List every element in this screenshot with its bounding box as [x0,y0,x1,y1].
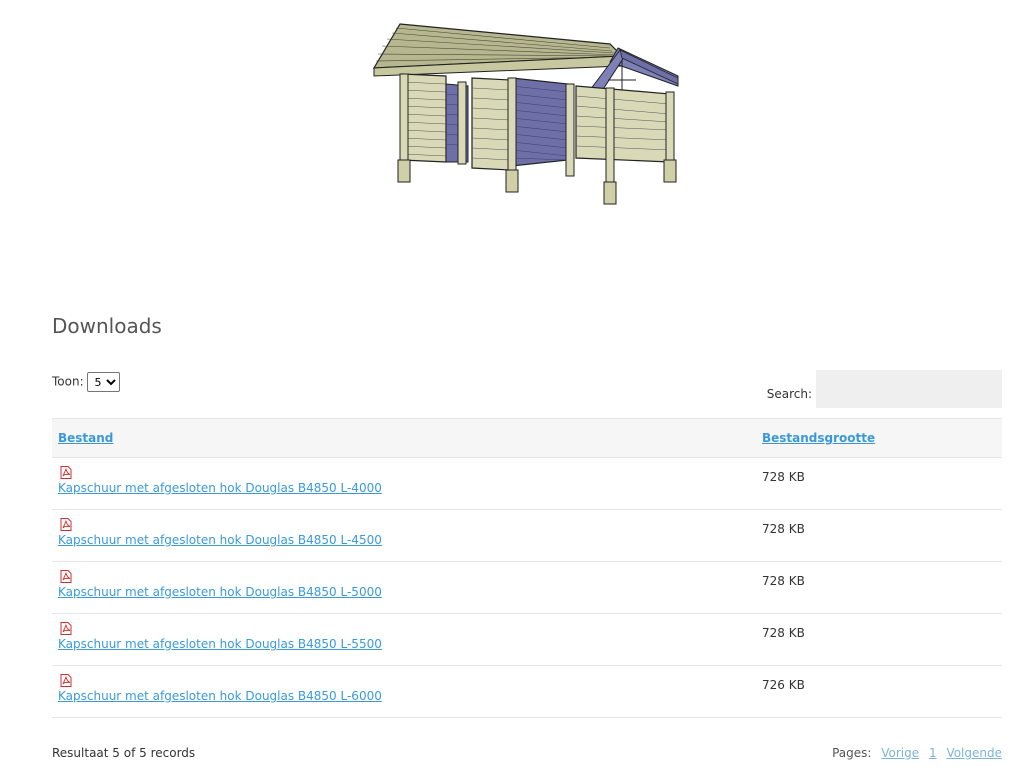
file-size: 728 KB [756,561,1002,614]
downloads-heading: Downloads [52,314,162,338]
file-size: 728 KB [756,613,1002,666]
table-row: Kapschuur met afgesloten hok Douglas B48… [52,665,1002,718]
pagination-next-link[interactable]: Volgende [946,746,1002,760]
table-row: Kapschuur met afgesloten hok Douglas B48… [52,561,1002,614]
file-size: 726 KB [756,665,1002,718]
pdf-icon [60,622,72,635]
file-size: 728 KB [756,457,1002,510]
file-cell: Kapschuur met afgesloten hok Douglas B48… [52,457,756,510]
file-download-link[interactable]: Kapschuur met afgesloten hok Douglas B48… [58,481,382,495]
file-cell: Kapschuur met afgesloten hok Douglas B48… [52,561,756,614]
file-cell: Kapschuur met afgesloten hok Douglas B48… [52,665,756,718]
pagination-prev-link[interactable]: Vorige [881,746,919,760]
column-header-file[interactable]: Bestand [52,418,756,458]
page-length-label: Toon: [52,374,84,389]
table-row: Kapschuur met afgesloten hok Douglas B48… [52,509,1002,562]
pdf-icon [60,466,72,479]
search-label: Search: [766,387,812,401]
sort-by-size-link[interactable]: Bestandsgrootte [762,431,875,445]
search-control: Search: [767,370,1002,408]
page-length-control: Toon: 5 [52,372,121,392]
pagination: Pages: Vorige 1 Volgende [832,746,1002,760]
file-cell: Kapschuur met afgesloten hok Douglas B48… [52,509,756,562]
pdf-icon [60,518,72,531]
result-info: Resultaat 5 of 5 records [52,746,196,760]
pagination-label: Pages: [832,746,872,760]
file-cell: Kapschuur met afgesloten hok Douglas B48… [52,613,756,666]
file-download-link[interactable]: Kapschuur met afgesloten hok Douglas B48… [58,637,382,651]
table-header-row: Bestand Bestandsgrootte [52,418,1002,458]
pdf-icon [60,674,72,687]
page-length-select[interactable]: 5 [87,372,121,392]
downloads-table: Bestand Bestandsgrootte Kapschuur met af… [52,418,1002,718]
file-size: 728 KB [756,509,1002,562]
sort-by-file-link[interactable]: Bestand [58,431,113,445]
pdf-icon [60,570,72,583]
file-download-link[interactable]: Kapschuur met afgesloten hok Douglas B48… [58,585,382,599]
file-download-link[interactable]: Kapschuur met afgesloten hok Douglas B48… [58,689,382,703]
table-row: Kapschuur met afgesloten hok Douglas B48… [52,457,1002,510]
search-input[interactable] [816,370,1002,408]
product-render-image [372,23,679,205]
table-row: Kapschuur met afgesloten hok Douglas B48… [52,613,1002,666]
file-download-link[interactable]: Kapschuur met afgesloten hok Douglas B48… [58,533,382,547]
pagination-page-link[interactable]: 1 [929,746,937,760]
column-header-size[interactable]: Bestandsgrootte [756,418,1002,458]
